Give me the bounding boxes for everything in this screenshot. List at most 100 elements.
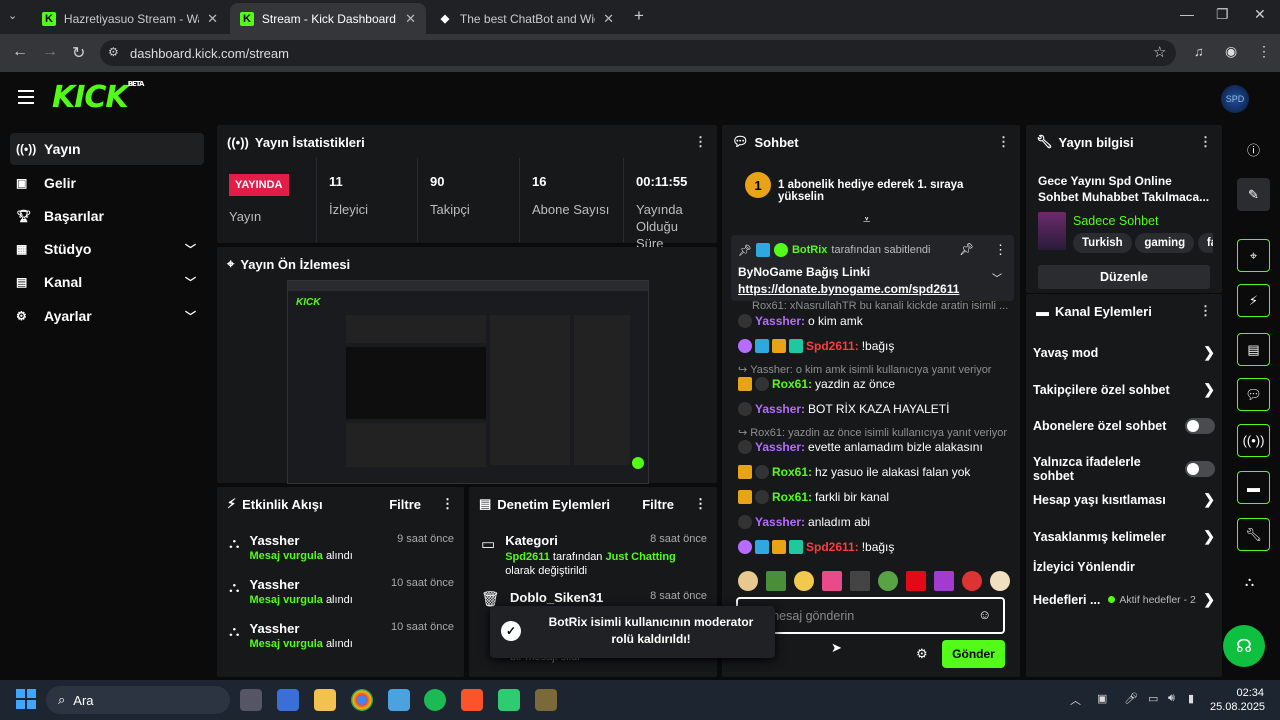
sidebar-item-kanal[interactable]: ▤ Kanal ﹀: [10, 266, 204, 298]
sidebar-item-gelir[interactable]: ▣ Gelir: [10, 167, 204, 199]
url-field[interactable]: dashboard.kick.com/stream: [100, 40, 1176, 66]
taskbar-search[interactable]: ⌕ Ara: [46, 686, 230, 714]
chevron-down-icon[interactable]: ﹀: [185, 241, 196, 257]
emote-icon[interactable]: [738, 571, 758, 591]
new-tab-icon[interactable]: +: [634, 6, 644, 26]
edit-button[interactable]: Düzenle: [1038, 265, 1210, 289]
lightning-icon[interactable]: ⚡︎: [1237, 284, 1270, 317]
kebab-menu-icon[interactable]: ⋮: [441, 496, 454, 512]
info-icon[interactable]: ⓘ: [1247, 140, 1260, 159]
chat-message[interactable]: Rox61: farkli bir kanal: [738, 490, 889, 504]
pinned-link[interactable]: https://donate.bynogame.com/spd2611: [738, 282, 959, 296]
action-goals[interactable]: Hedefleri ... Aktif hedefler - 2 ❯: [1033, 591, 1215, 608]
windows-start-icon[interactable]: [16, 689, 36, 709]
chat-message[interactable]: Spd2611: !bağış: [738, 339, 894, 353]
edit-pen-icon[interactable]: ✎: [1237, 178, 1270, 211]
filter-button[interactable]: Filtre: [389, 497, 421, 512]
tag[interactable]: Turkish: [1073, 233, 1132, 253]
wrench-icon[interactable]: 🔧︎: [1237, 518, 1270, 551]
sidebar-item-yayin[interactable]: ((•)) Yayın: [10, 133, 204, 165]
pin-icon[interactable]: 📌︎: [959, 242, 974, 256]
close-icon[interactable]: ✕: [405, 11, 416, 27]
brave-icon[interactable]: [461, 689, 483, 711]
stream-category[interactable]: Sadece Sohbet: [1073, 214, 1159, 228]
chat-username[interactable]: Yassher:: [755, 314, 805, 328]
chat-reply-context[interactable]: ↪ Rox61: yazdin az önce isimli kullanıcıy…: [738, 426, 1007, 440]
support-headset-icon[interactable]: ☊: [1223, 625, 1265, 667]
tray-app-icon[interactable]: ▣: [1097, 692, 1107, 705]
game-launcher-icon[interactable]: [535, 689, 557, 711]
microphone-icon[interactable]: 🎤︎: [1124, 692, 1138, 705]
maximize-icon[interactable]: ❐: [1216, 6, 1229, 23]
tab-kick-dashboard[interactable]: K Stream - Kick Dashboard ✕: [230, 3, 426, 34]
media-icon[interactable]: ♫: [1194, 44, 1204, 59]
tag[interactable]: gaming: [1135, 233, 1195, 253]
emote-icon[interactable]: [906, 571, 926, 591]
emote-icon[interactable]: [766, 571, 786, 591]
broadcast-icon[interactable]: ((•)): [1237, 424, 1270, 457]
chat-message[interactable]: Rox61: hz yasuo ile alakasi falan yok: [738, 465, 970, 479]
tab-chatbot[interactable]: ◆ The best ChatBot and Widgets ✕: [428, 3, 624, 34]
emote-icon[interactable]: [850, 571, 870, 591]
filter-button[interactable]: Filtre: [642, 497, 674, 512]
hamburger-menu-icon[interactable]: [18, 90, 34, 104]
gift-banner-text[interactable]: 1 abonelik hediye ederek 1. sıraya yükse…: [778, 179, 1008, 203]
chat-message[interactable]: Yassher: o kim amk: [738, 314, 863, 328]
layout-icon[interactable]: ▬: [1237, 471, 1270, 504]
kebab-menu-icon[interactable]: ⋮: [694, 496, 707, 512]
emote-icon[interactable]: [962, 571, 982, 591]
reload-icon[interactable]: ↻: [72, 43, 85, 63]
chat-username[interactable]: Yassher:: [755, 402, 805, 416]
subscribers-only-toggle[interactable]: [1185, 418, 1215, 434]
volume-icon[interactable]: 🔊︎: [1168, 692, 1175, 705]
scroll-down-icon[interactable]: ⩡: [863, 212, 870, 228]
bookmark-star-icon[interactable]: ☆: [1153, 43, 1166, 61]
chat-icon[interactable]: 💬︎: [1237, 378, 1270, 411]
chat-username[interactable]: Spd2611:: [806, 540, 859, 554]
kebab-menu-icon[interactable]: ⋮: [997, 134, 1010, 150]
minimize-icon[interactable]: —: [1180, 6, 1194, 22]
kebab-menu-icon[interactable]: ⋮: [994, 242, 1007, 258]
task-view-icon[interactable]: [240, 689, 262, 711]
store-icon[interactable]: [277, 689, 299, 711]
chat-message[interactable]: Spd2611: !bağış: [738, 540, 894, 554]
browser-menu-icon[interactable]: ⋮: [1257, 43, 1271, 60]
emote-icon[interactable]: [878, 571, 898, 591]
user-group-icon[interactable]: ⛬: [1245, 574, 1254, 590]
close-icon[interactable]: ✕: [603, 11, 614, 27]
chat-message[interactable]: Rox61: yazdin az önce: [738, 377, 895, 391]
action-account-age[interactable]: Hesap yaşı kısıtlaması ❯: [1033, 491, 1215, 508]
app-icon[interactable]: [498, 689, 520, 711]
chat-message[interactable]: Yassher: evette anlamadım bizle alakasını: [738, 440, 983, 454]
kebab-menu-icon[interactable]: ⋮: [694, 134, 707, 150]
profile-icon[interactable]: ◉: [1225, 43, 1237, 60]
chat-username[interactable]: Rox61:: [772, 377, 812, 391]
action-banned-words[interactable]: Yasaklanmış kelimeler ❯: [1033, 528, 1215, 545]
window-close-icon[interactable]: ✕: [1254, 6, 1266, 23]
battery-icon[interactable]: ▮: [1188, 692, 1194, 705]
site-info-icon[interactable]: ⚙: [108, 45, 119, 59]
chrome-icon[interactable]: [351, 689, 373, 711]
screen-capture-icon[interactable]: ⌖: [1237, 239, 1270, 272]
spotify-icon[interactable]: [424, 689, 446, 711]
chat-username[interactable]: Spd2611:: [806, 339, 859, 353]
tag[interactable]: fam: [1197, 233, 1213, 253]
emoji-icon[interactable]: ☺: [978, 607, 991, 622]
kebab-menu-icon[interactable]: ⋮: [1199, 134, 1212, 150]
chevron-down-icon[interactable]: ﹀: [992, 270, 1002, 285]
gear-icon[interactable]: ⚙: [916, 646, 928, 662]
notes-icon[interactable]: ▤: [1237, 333, 1270, 366]
send-button[interactable]: Gönder: [942, 640, 1005, 668]
tab-search-icon[interactable]: ⌄: [8, 9, 17, 22]
emote-icon[interactable]: [794, 571, 814, 591]
emote-icon[interactable]: [990, 571, 1010, 591]
preview-video[interactable]: KICK: [287, 280, 649, 484]
sidebar-item-basarilar[interactable]: 🏆︎ Başarılar: [10, 200, 204, 232]
sidebar-item-ayarlar[interactable]: ⚙ Ayarlar ﹀: [10, 300, 204, 332]
chevron-down-icon[interactable]: ﹀: [185, 308, 196, 324]
photos-icon[interactable]: [388, 689, 410, 711]
kebab-menu-icon[interactable]: ⋮: [1199, 303, 1212, 319]
tray-chevron-icon[interactable]: ︿: [1070, 692, 1081, 708]
back-icon[interactable]: ←: [12, 43, 28, 61]
chat-username[interactable]: Rox61:: [772, 490, 812, 504]
